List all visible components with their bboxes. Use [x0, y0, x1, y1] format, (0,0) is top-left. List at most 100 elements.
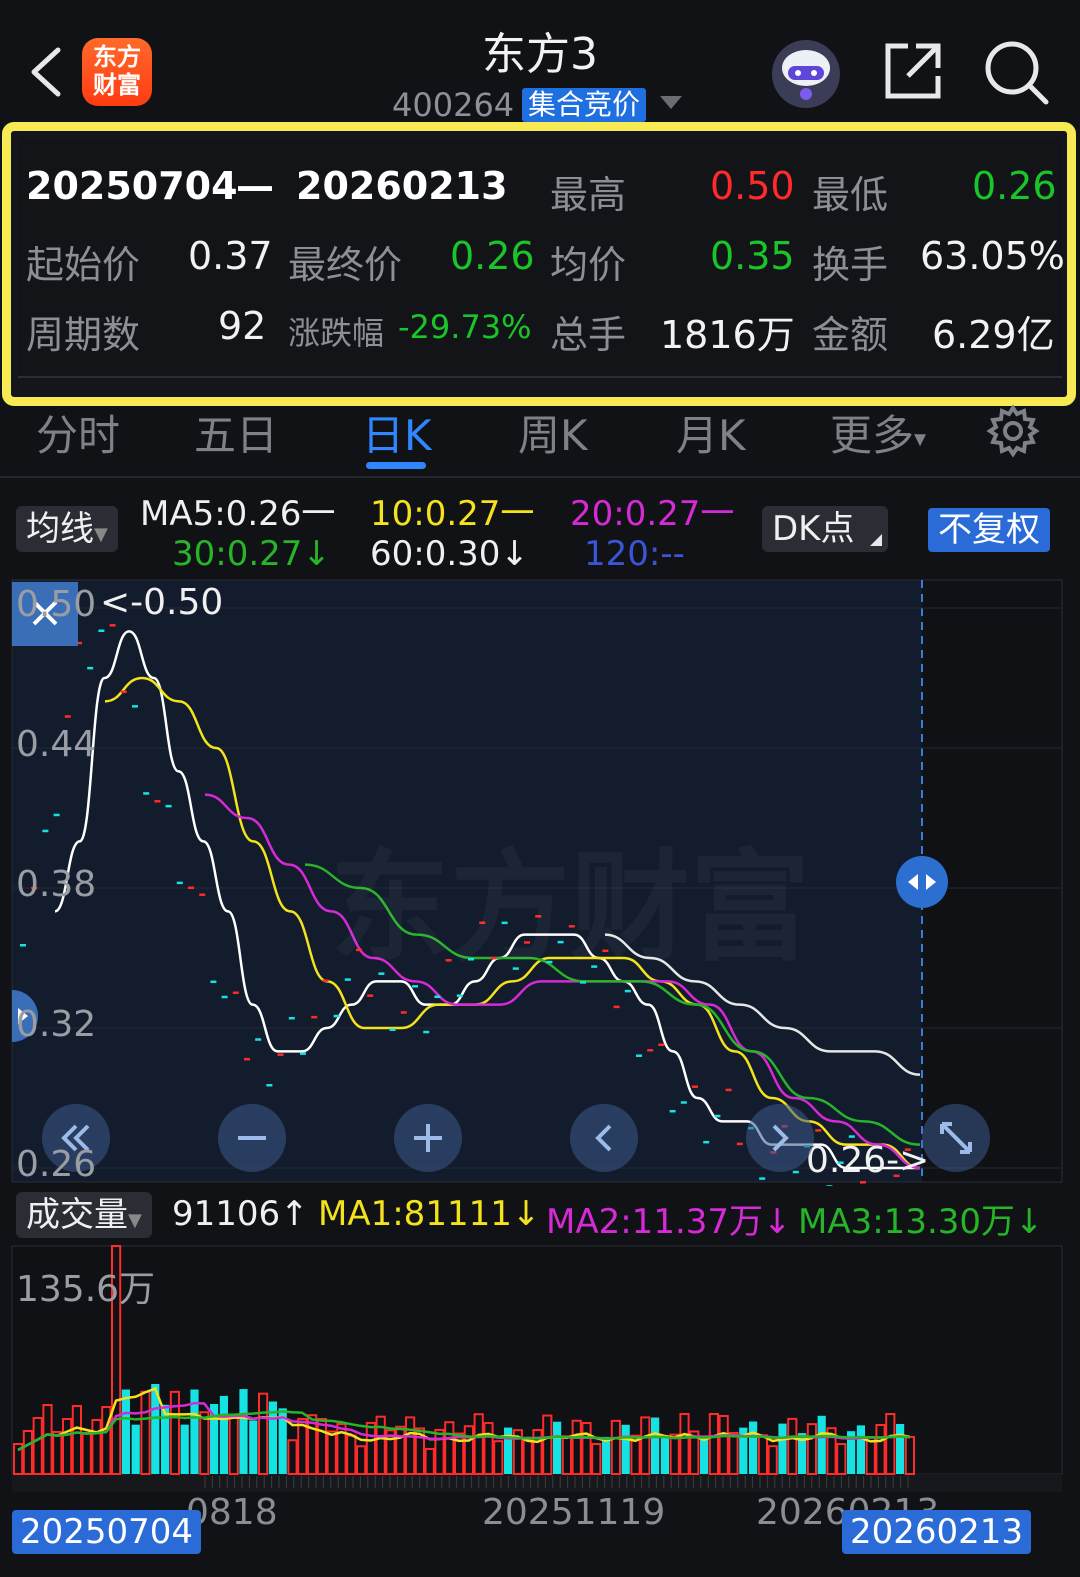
- caret-down-icon[interactable]: [660, 96, 682, 109]
- candle: [42, 829, 49, 833]
- candle: [277, 1053, 284, 1056]
- candle: [848, 1135, 855, 1138]
- volume-value: 1816万: [660, 313, 795, 357]
- volume-selector-label: 成交量: [26, 1195, 128, 1235]
- range-drag-handle[interactable]: [896, 856, 948, 908]
- volume-ma2: MA2:11.37万↓: [546, 1202, 792, 1242]
- volume-bar: [121, 1389, 130, 1474]
- stock-code: 400264: [392, 86, 515, 124]
- auction-badge[interactable]: 集合竞价: [522, 88, 647, 122]
- volume-ma3: MA3:13.30万↓: [798, 1202, 1044, 1242]
- candle: [333, 1014, 340, 1018]
- volume-bar: [856, 1425, 865, 1474]
- candle: [210, 980, 217, 984]
- tab-more[interactable]: 更多▾: [830, 402, 926, 463]
- tabs-divider: [0, 476, 1080, 478]
- candle: [132, 705, 138, 708]
- ma30-value: 30:0.27↓: [172, 534, 331, 574]
- tab-five-day[interactable]: 五日: [194, 402, 278, 463]
- volume-label: 总手: [550, 313, 627, 357]
- amount-value: 6.29亿: [932, 313, 1055, 357]
- volume-max-label: 135.6万: [16, 1269, 156, 1310]
- range-end-badge[interactable]: 20260213: [842, 1510, 1032, 1554]
- candle: [434, 995, 441, 999]
- zoom-in-button[interactable]: [394, 1104, 462, 1172]
- candle: [244, 1057, 250, 1061]
- robot-assistant-icon[interactable]: [768, 36, 844, 108]
- y-tick-label: 0.26: [16, 1144, 97, 1185]
- caret-down-icon: ▼: [94, 524, 108, 545]
- settings-gear-icon[interactable]: [986, 404, 1040, 458]
- caret-down-icon: ▼: [128, 1210, 142, 1231]
- share-icon[interactable]: [882, 40, 944, 102]
- volume-bar: [621, 1424, 630, 1474]
- zoom-out-button[interactable]: [218, 1104, 286, 1172]
- periods-value: 92: [218, 304, 267, 348]
- dk-point-label: DK点: [772, 509, 855, 549]
- candle: [714, 1114, 721, 1118]
- volume-bar: [700, 1439, 709, 1474]
- candle: [613, 1005, 620, 1009]
- candle: [647, 1049, 654, 1052]
- expand-icon: [940, 1122, 972, 1154]
- candle: [815, 1129, 822, 1132]
- volume-bar: [239, 1389, 248, 1474]
- candle: [109, 624, 116, 627]
- watermark: 东方财富: [330, 810, 810, 984]
- candle: [703, 1140, 710, 1144]
- low-value: 0.26: [972, 164, 1057, 208]
- candle: [456, 994, 463, 997]
- step-right-button[interactable]: [746, 1104, 814, 1172]
- candle: [165, 804, 172, 808]
- y-tick-label: 0.50: [16, 584, 97, 625]
- candle: [266, 1084, 273, 1087]
- ma120-value: 120:--: [584, 534, 685, 574]
- volume-indicator-selector[interactable]: 成交量▼: [16, 1192, 152, 1238]
- volume-bar: [219, 1395, 228, 1474]
- volume-bar: [553, 1421, 562, 1474]
- volume-ma1: MA1:81111↓: [318, 1194, 541, 1234]
- range-start-badge[interactable]: 20250704: [12, 1510, 202, 1554]
- volume-bar: [896, 1423, 905, 1474]
- caret-down-icon: ▾: [914, 424, 927, 453]
- minus-icon: [238, 1136, 266, 1140]
- volume-chart[interactable]: [0, 1244, 1080, 1494]
- adjust-mode-button[interactable]: 不复权: [928, 508, 1050, 552]
- amount-label: 金额: [812, 313, 889, 357]
- indicator-selector-label: 均线: [26, 509, 94, 549]
- volume-bar: [778, 1423, 787, 1474]
- candle: [423, 1030, 430, 1034]
- change-value: -29.73%: [398, 308, 532, 346]
- tab-daily-k[interactable]: 日K: [362, 402, 432, 463]
- candle: [143, 792, 150, 795]
- ma5-value: MA5:0.26一: [140, 494, 336, 534]
- step-left-button[interactable]: [570, 1104, 638, 1172]
- tab-intraday[interactable]: 分时: [36, 402, 120, 463]
- volume-bar: [651, 1417, 660, 1474]
- candle: [64, 715, 71, 718]
- volume-bar: [249, 1420, 258, 1474]
- indicator-selector[interactable]: 均线▼: [16, 506, 118, 552]
- tab-monthly-k[interactable]: 月K: [676, 402, 746, 463]
- fullscreen-button[interactable]: [922, 1104, 990, 1172]
- candle: [20, 944, 26, 947]
- high-label: 最高: [550, 173, 627, 217]
- candle: [692, 1085, 698, 1088]
- ma60-value: 60:0.30↓: [370, 534, 529, 574]
- candle: [120, 690, 127, 693]
- corner-triangle-icon: [870, 534, 882, 546]
- candle: [255, 1038, 262, 1041]
- ma10-value: 10:0.27一: [370, 494, 535, 534]
- range-start: 20250704: [26, 164, 238, 208]
- avg-value: 0.35: [710, 234, 795, 278]
- search-icon[interactable]: [984, 40, 1050, 106]
- ma20-value: 20:0.27一: [570, 494, 735, 534]
- candle: [400, 1011, 407, 1014]
- candle: [759, 1177, 766, 1180]
- volume-bar: [660, 1437, 669, 1474]
- drag-horizontal-icon: [908, 874, 936, 890]
- candle: [367, 994, 374, 997]
- avg-label: 均价: [550, 243, 627, 287]
- volume-frame: [11, 1245, 1063, 1475]
- tab-weekly-k[interactable]: 周K: [518, 402, 588, 463]
